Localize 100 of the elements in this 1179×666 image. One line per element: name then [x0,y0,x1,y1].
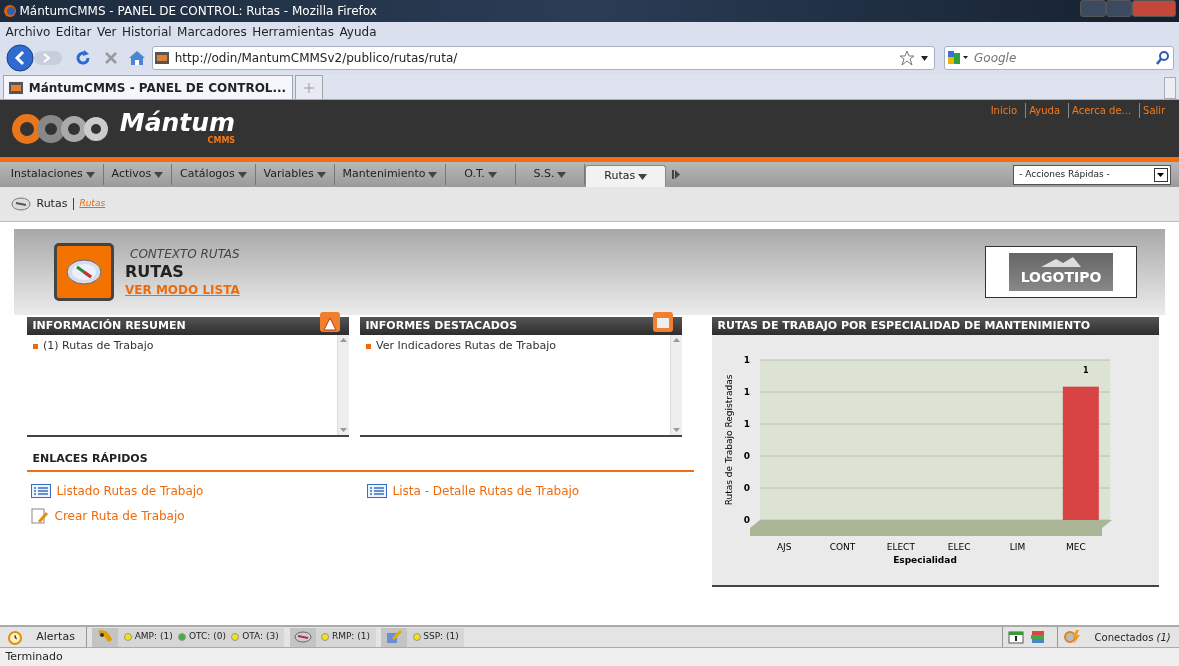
scroll-up-icon[interactable] [340,337,347,342]
alarm-clock-icon [6,629,23,645]
alert-count[interactable]: OTC: (0) [188,630,226,644]
menu-tab[interactable]: Instalaciones [2,164,104,185]
x-tick-label: LIM [1009,542,1026,552]
breadcrumb-current: Rutas [36,195,68,212]
panel-title: INFORMACIÓN RESUMEN [32,317,186,334]
menu-tab[interactable]: O.T. [446,164,516,185]
star-icon[interactable] [899,50,915,66]
context-title: RUTAS [125,263,185,281]
logo-subtext: CMMS [207,135,236,147]
y-tick-label: 0 [743,483,750,493]
menu-item[interactable]: Historial [122,23,172,41]
panel-item-link[interactable]: (1) Rutas de Trabajo [43,337,154,355]
menu-tab[interactable]: Variables [255,164,335,185]
caret-icon [237,171,247,178]
header-link[interactable]: Inicio [987,102,1020,118]
list-icon [31,483,51,498]
scroll-right-icon[interactable] [671,170,680,179]
scroll-up-icon[interactable] [673,337,680,342]
menu-tab[interactable]: Catálogos [172,164,256,185]
scroll-down-icon[interactable] [340,428,347,433]
logo-text: Mántum [119,110,236,135]
compass-icon [11,197,31,211]
section-title: ENLACES RÁPIDOS [27,451,694,472]
calendar-icon[interactable] [1008,630,1025,644]
back-forward-icon[interactable] [5,44,64,72]
list-icon [367,483,387,498]
connected-users-text: Conectados (1) [1094,630,1171,645]
header-link[interactable]: Salir [1139,102,1168,118]
tab-list-button[interactable] [1164,77,1177,99]
menu-item[interactable]: Archivo [5,23,51,41]
caret-icon [557,171,567,178]
status-text: Terminado [5,648,63,665]
header-link[interactable]: Acerca de... [1068,102,1134,118]
x-tick-label: ELEC [947,542,971,552]
request-icon[interactable] [385,629,403,645]
browser-tab[interactable]: MántumCMMS - PANEL DE CONTROL... [2,75,293,99]
site-icon [9,81,24,94]
y-axis-label: Rutas de Trabajo Registradas [724,374,734,506]
stop-icon[interactable] [102,50,119,66]
caret-icon [1157,172,1165,177]
caret-icon [316,171,326,178]
connection-icon [1063,629,1082,645]
x-tick-label: CONT [829,542,856,552]
x-axis-label: Especialidad [893,555,957,565]
y-tick-label: 1 [743,355,750,365]
context-subtitle: CONTEXTO RUTAS [130,246,240,264]
new-tab-button[interactable] [295,75,324,99]
panel-title: INFORMES DESTACADOS [365,317,518,334]
compass-icon [65,257,103,287]
home-icon[interactable] [128,50,146,66]
value-label: 1 [1083,365,1089,375]
menu-item[interactable]: Ver [96,23,117,41]
close-button[interactable] [1132,0,1177,17]
logo-text: LOGOTIPO [1020,267,1102,287]
caret-icon [428,171,438,178]
scrollbar[interactable] [337,335,349,435]
menu-tab[interactable]: Mantenimiento [334,164,447,185]
caret-icon [85,171,95,178]
document-pencil-icon [31,507,49,524]
y-tick-label: 0 [743,451,750,461]
firefox-icon [2,4,17,18]
x-tick-label: MEC [1065,542,1086,552]
work-order-icon[interactable] [96,629,115,645]
scrollbar[interactable] [670,335,682,435]
menu-tab[interactable]: Activos [103,164,173,185]
x-tick-label: ELECT [886,542,915,552]
scroll-down-icon[interactable] [673,428,680,433]
alerts-label: Alertas [36,628,75,645]
menu-item[interactable]: Editar [55,23,92,41]
alert-count[interactable]: OTA: (3) [242,630,279,644]
mountain-icon [1041,256,1081,267]
panel-item-link[interactable]: Ver Indicadores Rutas de Trabajo [376,337,556,355]
x-tick-label: AJS [776,542,792,552]
alert-count[interactable]: AMP: (1) [134,630,173,644]
y-tick-label: 0 [743,515,750,525]
plus-icon [304,82,315,93]
reload-icon[interactable] [75,50,91,66]
bullet-icon [365,343,371,349]
caret-icon[interactable] [920,55,928,61]
search-box[interactable]: Google [943,46,1174,70]
bullet-icon [32,343,38,349]
window-title: MántumCMMS - PANEL DE CONTROL: Rutas - Mozilla Firefox [19,3,378,20]
y-tick-label: 1 [743,387,750,397]
compass-icon[interactable] [293,629,312,645]
panel-title: RUTAS DE TRABAJO POR ESPECIALIDAD DE MANTENIMIENTO [717,317,1091,334]
caret-icon [154,171,164,178]
search-icon[interactable] [1155,51,1170,65]
header-link[interactable]: Ayuda [1025,102,1063,118]
quick-actions-dropdown[interactable]: - Acciones Rápidas - [1012,164,1171,185]
menu-tab[interactable]: Rutas [585,165,666,187]
caret-icon [637,173,647,180]
y-tick-label: 1 [743,419,750,429]
menu-item[interactable]: Herramientas [252,23,334,41]
menu-item[interactable]: Marcadores [177,23,247,41]
menu-item[interactable]: Ayuda [339,23,377,41]
search-engine-icon[interactable] [947,50,970,66]
site-icon [155,52,170,64]
caret-icon [487,171,497,178]
